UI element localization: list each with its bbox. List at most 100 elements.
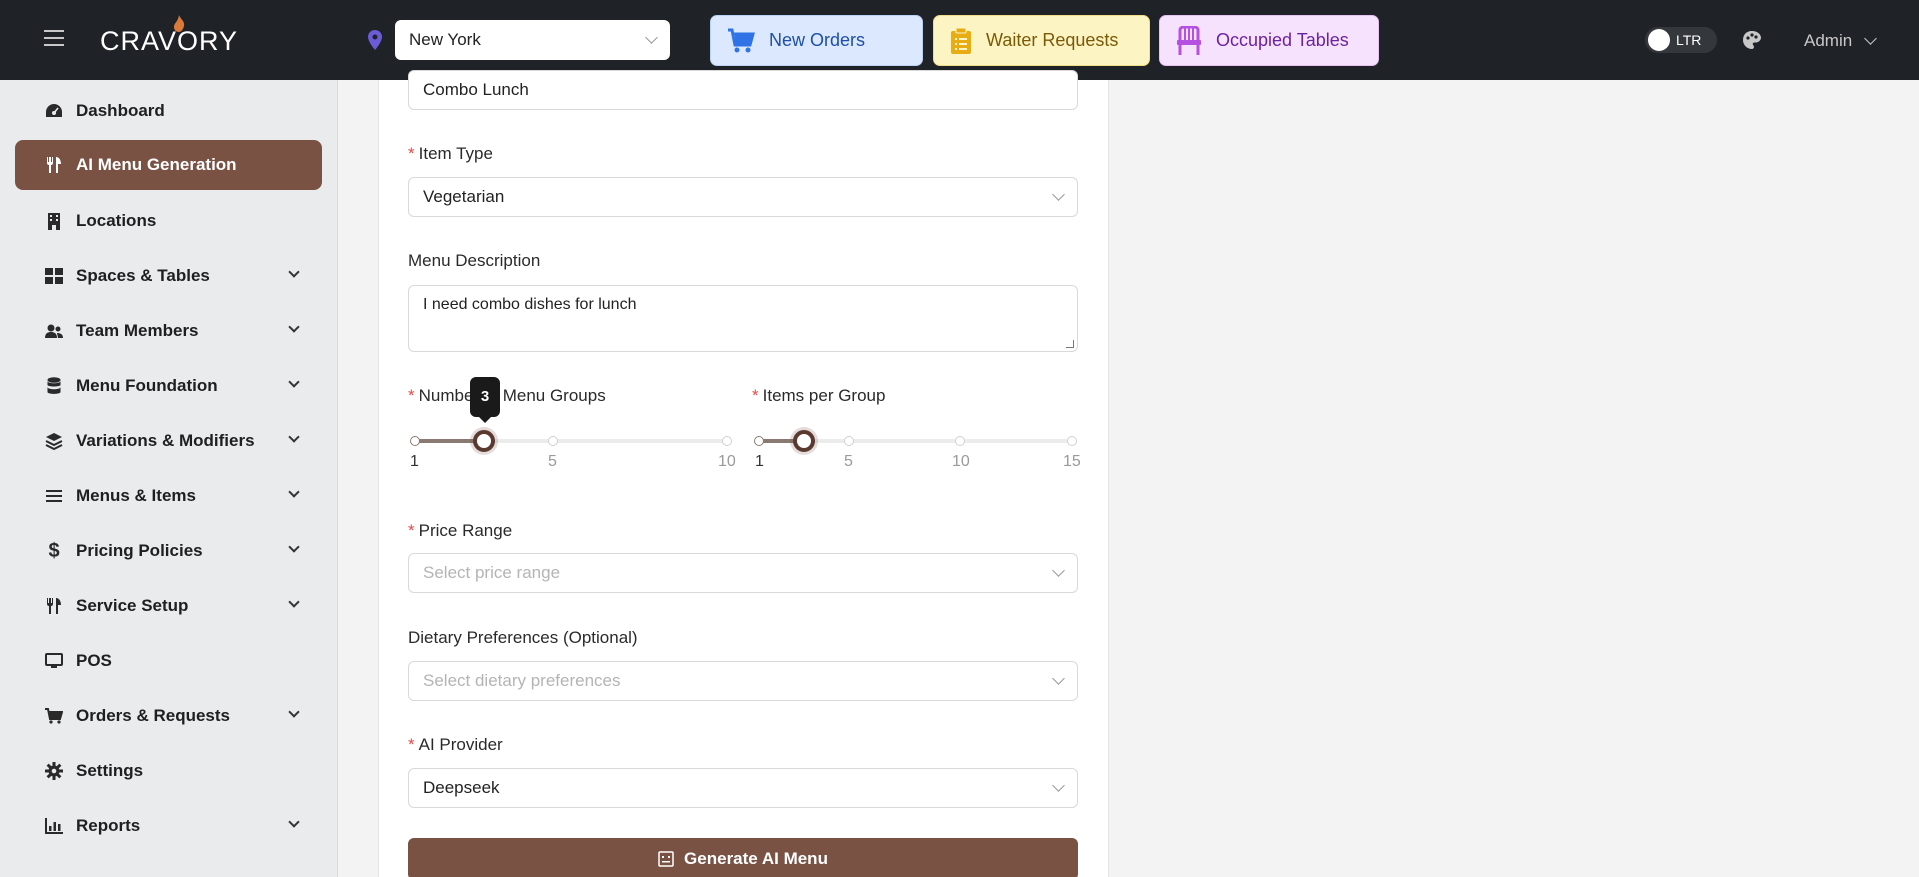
- slider-mark: 1: [410, 453, 419, 470]
- dietary-select[interactable]: Select dietary preferences: [408, 661, 1078, 701]
- slider-dot: [955, 436, 965, 446]
- menu-description-textarea[interactable]: I need combo dishes for lunch: [408, 285, 1078, 352]
- sidebar-item-locations[interactable]: Locations: [15, 196, 322, 246]
- location-select[interactable]: New York: [395, 20, 670, 60]
- chevron-down-icon: [288, 266, 300, 278]
- chevron-down-icon: [1864, 32, 1878, 45]
- gauge-icon: [45, 102, 63, 120]
- robot-icon: [658, 851, 674, 867]
- new-orders-label: New Orders: [769, 30, 866, 50]
- dietary-label: Dietary Preferences (Optional): [408, 628, 638, 647]
- item-type-select[interactable]: Vegetarian: [408, 177, 1078, 217]
- slider-mark: 1: [755, 453, 764, 470]
- sidebar-item-team-members[interactable]: Team Members: [15, 306, 322, 356]
- utensils-icon: [45, 156, 63, 174]
- sidebar-item-orders-requests[interactable]: Orders & Requests: [15, 691, 322, 741]
- sidebar-item-label: Menus & Items: [76, 486, 196, 505]
- sidebar-item-ai-menu-generation[interactable]: AI Menu Generation: [15, 140, 322, 190]
- sidebar-item-spaces-tables[interactable]: Spaces & Tables: [15, 251, 322, 301]
- sidebar-item-label: AI Menu Generation: [76, 155, 237, 174]
- chevron-down-icon: [1052, 188, 1065, 201]
- chart-icon: [45, 817, 63, 835]
- price-range-label-text: Price Range: [418, 521, 513, 540]
- new-orders-button[interactable]: New Orders: [710, 15, 923, 66]
- slider-mark: 10: [952, 453, 970, 470]
- direction-toggle-label: LTR: [1676, 32, 1702, 48]
- sidebar-item-dashboard[interactable]: Dashboard: [15, 86, 322, 136]
- palette-icon[interactable]: [1742, 30, 1762, 50]
- sidebar-item-settings[interactable]: Settings: [15, 746, 322, 796]
- hamburger-menu-icon[interactable]: [44, 30, 64, 46]
- sidebar-item-label: Locations: [76, 211, 157, 230]
- slider-dot: [1067, 436, 1077, 446]
- occupied-tables-label: Occupied Tables: [1216, 30, 1349, 50]
- sidebar-item-label: Dashboard: [76, 101, 165, 120]
- sidebar-item-pricing-policies[interactable]: $ Pricing Policies: [15, 526, 322, 576]
- sidebar-item-label: Pricing Policies: [76, 541, 203, 560]
- sidebar-item-pos[interactable]: POS: [15, 636, 322, 686]
- slider-mark: 10: [718, 453, 736, 470]
- resize-handle-icon[interactable]: [1066, 340, 1074, 348]
- sidebar-item-label: Reports: [76, 816, 141, 835]
- flame-icon: [174, 15, 185, 32]
- price-range-select[interactable]: Select price range: [408, 553, 1078, 593]
- sidebar-item-label: Team Members: [76, 321, 199, 340]
- menu-groups-label-text: Number of Menu Groups: [418, 386, 606, 405]
- building-icon: [45, 212, 63, 230]
- waiter-requests-button[interactable]: Waiter Requests: [933, 15, 1150, 66]
- sidebar-item-label: Settings: [76, 761, 144, 780]
- menu-groups-tooltip: 3: [470, 377, 500, 423]
- dietary-placeholder: Select dietary preferences: [423, 671, 621, 690]
- item-type-value: Vegetarian: [423, 187, 505, 206]
- sidebar-item-label: Service Setup: [76, 596, 189, 615]
- menu-name-field[interactable]: Combo Lunch: [408, 70, 1078, 110]
- users-icon: [45, 322, 63, 340]
- clipboard-icon: [951, 27, 971, 54]
- menu-description-label: Menu Description: [408, 251, 541, 270]
- sidebar-item-label: Orders & Requests: [76, 706, 230, 725]
- location-select-value: New York: [409, 30, 481, 49]
- menu-groups-slider-handle[interactable]: [473, 430, 495, 452]
- slider-dot: [410, 436, 420, 446]
- top-bar: CRAVORY New York New Orders Waiter Reque…: [0, 0, 1919, 80]
- sidebar-item-reports[interactable]: Reports: [15, 801, 322, 851]
- slider-mark: 5: [844, 453, 853, 470]
- utensils-icon: [45, 597, 63, 615]
- ai-provider-label: * AI Provider: [408, 735, 503, 754]
- chevron-down-icon: [288, 431, 300, 443]
- menu-groups-label: * Number of Menu Groups: [408, 386, 606, 405]
- cart-icon: [45, 707, 63, 725]
- location-pin-icon: [368, 30, 382, 50]
- sidebar-item-label: Menu Foundation: [76, 376, 218, 395]
- brand-logo: CRAVORY: [100, 26, 239, 56]
- generate-ai-menu-label: Generate AI Menu: [684, 849, 828, 868]
- occupied-tables-button[interactable]: Occupied Tables: [1159, 15, 1379, 66]
- sidebar-item-service-setup[interactable]: Service Setup: [15, 581, 322, 631]
- ai-provider-value: Deepseek: [423, 778, 500, 797]
- items-per-group-label-text: Items per Group: [762, 386, 886, 405]
- price-range-placeholder: Select price range: [423, 563, 561, 582]
- ai-provider-select[interactable]: Deepseek: [408, 768, 1078, 808]
- slider-dot: [548, 436, 558, 446]
- gear-icon: [45, 762, 63, 780]
- sidebar-item-menus-items[interactable]: Menus & Items: [15, 471, 322, 521]
- generate-ai-menu-button[interactable]: Generate AI Menu: [408, 838, 1078, 877]
- grid-icon: [45, 267, 63, 285]
- user-name: Admin: [1804, 31, 1853, 50]
- chevron-down-icon: [288, 321, 300, 333]
- list-icon: [45, 487, 63, 505]
- user-menu[interactable]: Admin: [1804, 31, 1878, 51]
- sidebar-item-menu-foundation[interactable]: Menu Foundation: [15, 361, 322, 411]
- monitor-icon: [45, 652, 63, 670]
- direction-toggle[interactable]: LTR: [1645, 27, 1717, 53]
- database-icon: [45, 377, 63, 395]
- slider-mark: 15: [1063, 453, 1081, 470]
- chevron-down-icon: [645, 31, 658, 44]
- sidebar-item-label: Variations & Modifiers: [76, 431, 255, 450]
- slider-dot: [754, 436, 764, 446]
- sidebar: Dashboard AI Menu Generation Locations S…: [0, 80, 338, 877]
- sidebar-item-variations-modifiers[interactable]: Variations & Modifiers: [15, 416, 322, 466]
- toggle-knob: [1648, 29, 1670, 51]
- chevron-down-icon: [1052, 564, 1065, 577]
- items-per-group-slider-handle[interactable]: [793, 430, 815, 452]
